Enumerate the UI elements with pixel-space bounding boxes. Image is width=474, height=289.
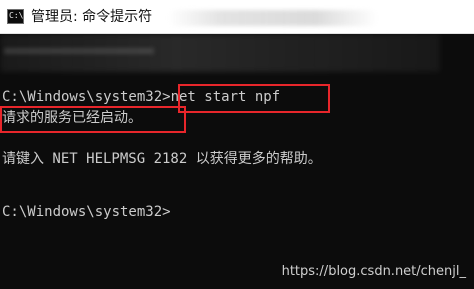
title-bar[interactable]: C:\ 管理员: 命令提示符 bbox=[0, 0, 474, 34]
console-line-prompt[interactable]: C:\Windows\system32> bbox=[2, 203, 171, 221]
blurred-region bbox=[168, 10, 378, 26]
cmd-icon: C:\ bbox=[7, 9, 24, 24]
window-title: 管理员: 命令提示符 bbox=[31, 9, 153, 25]
output-highlight-box bbox=[0, 106, 186, 133]
console-line-help: 请键入 NET HELPMSG 2182 以获得更多的帮助。 bbox=[2, 151, 322, 167]
command-highlight-box bbox=[178, 84, 330, 113]
blurred-console-text bbox=[4, 48, 154, 54]
command-prompt-window: C:\ 管理员: 命令提示符 C:\Windows\system32>net s… bbox=[0, 0, 474, 289]
cmd-icon-glyph: C:\ bbox=[9, 11, 24, 20]
watermark: https://blog.csdn.net/chenjl_ bbox=[281, 264, 466, 279]
